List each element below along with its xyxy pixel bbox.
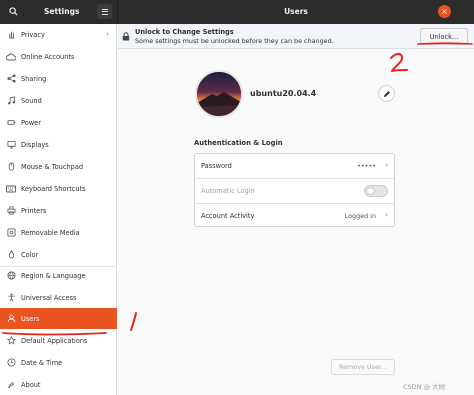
account-activity-value: Logged in — [344, 212, 376, 220]
chevron-right-icon: › — [385, 161, 388, 169]
display-icon — [6, 140, 16, 150]
unlock-button[interactable]: Unlock... — [420, 28, 468, 45]
sidebar-item-label: Sound — [21, 96, 42, 105]
sidebar-item-label: Displays — [21, 140, 49, 149]
printer-icon — [6, 206, 16, 216]
close-icon: × — [441, 6, 448, 16]
search-button[interactable] — [5, 4, 21, 19]
mouse-icon — [6, 162, 16, 172]
sidebar-item-keyboard-shortcuts[interactable]: Keyboard Shortcuts — [0, 178, 117, 199]
music-note-icon — [6, 96, 16, 106]
sidebar-item-label: Universal Access — [21, 293, 77, 302]
share-icon — [6, 74, 16, 84]
sidebar-item-label: Privacy — [21, 30, 45, 39]
sidebar-item-privacy[interactable]: Privacy › — [0, 24, 117, 45]
power-icon — [6, 118, 16, 128]
account-activity-row[interactable]: Account Activity Logged in › — [195, 203, 394, 227]
settings-title: Settings — [44, 7, 80, 16]
account-activity-label: Account Activity — [201, 211, 255, 220]
hamburger-menu-button[interactable] — [97, 4, 112, 19]
sidebar-item-label: Removable Media — [21, 228, 80, 237]
automatic-login-row: Automatic Login — [195, 178, 394, 202]
color-icon — [6, 250, 16, 260]
watermark: CSDN @ 大树 — [403, 383, 446, 391]
sidebar-item-mouse-touchpad[interactable]: Mouse & Touchpad — [0, 156, 117, 177]
sidebar-item-label: Date & Time — [21, 358, 63, 367]
sidebar-item-displays[interactable]: Displays — [0, 134, 117, 155]
remove-user-button[interactable]: Remove User... — [331, 359, 395, 375]
accessibility-icon — [6, 293, 16, 303]
password-row[interactable]: Password ••••• › — [195, 154, 394, 178]
infobar-title: Unlock to Change Settings — [135, 28, 234, 36]
sidebar-item-label: Online Accounts — [21, 52, 75, 61]
auth-section-title: Authentication & Login — [194, 139, 283, 147]
cloud-icon — [6, 52, 16, 62]
sidebar-item-color[interactable]: Color — [0, 244, 117, 265]
sidebar-item-printers[interactable]: Printers — [0, 200, 117, 221]
sidebar-item-default-applications[interactable]: Default Applications — [0, 330, 117, 351]
keyboard-icon — [6, 184, 16, 194]
users-icon — [6, 314, 16, 324]
avatar[interactable] — [195, 70, 243, 118]
sidebar-item-label: About — [21, 380, 41, 389]
unlock-infobar: Unlock to Change Settings Some settings … — [118, 24, 474, 49]
sidebar-item-about[interactable]: About — [0, 374, 117, 395]
sidebar-item-label: Printers — [21, 206, 47, 215]
sidebar-item-label: Users — [21, 314, 40, 323]
search-icon — [8, 7, 18, 16]
toggle-knob — [366, 187, 375, 195]
sidebar-item-users[interactable]: Users — [0, 308, 117, 329]
star-icon — [6, 336, 16, 346]
sidebar-item-label: Default Applications — [21, 336, 88, 345]
password-value: ••••• — [357, 162, 376, 170]
sidebar-item-label: Mouse & Touchpad — [21, 162, 84, 171]
globe-icon — [6, 271, 16, 281]
auth-list: Password ••••• › Automatic Login Account… — [194, 153, 395, 227]
pencil-icon — [383, 90, 390, 97]
edit-username-button[interactable] — [378, 85, 395, 102]
info-icon — [6, 380, 16, 390]
sidebar: Privacy › Online Accounts Sharing Sound … — [0, 24, 117, 395]
page-title: Users — [284, 7, 308, 16]
sidebar-item-label: Sharing — [21, 74, 47, 83]
users-panel: Unlock to Change Settings Some settings … — [118, 24, 474, 395]
clock-icon — [6, 358, 16, 368]
automatic-login-label: Automatic Login — [201, 186, 255, 195]
sidebar-item-label: Region & Language — [21, 271, 86, 280]
sidebar-item-date-time[interactable]: Date & Time — [0, 352, 117, 373]
sidebar-item-power[interactable]: Power — [0, 112, 117, 133]
sidebar-item-label: Power — [21, 118, 41, 127]
sidebar-item-sound[interactable]: Sound — [0, 90, 117, 111]
sidebar-item-removable-media[interactable]: Removable Media — [0, 222, 117, 243]
automatic-login-toggle[interactable] — [364, 185, 388, 197]
chevron-right-icon: › — [106, 30, 109, 38]
header-bar: Settings Users × — [0, 0, 474, 24]
chevron-right-icon: › — [385, 211, 388, 219]
menu-icon — [101, 8, 108, 10]
sidebar-item-region-language[interactable]: Region & Language — [0, 265, 117, 286]
sidebar-item-label: Color — [21, 250, 39, 259]
sidebar-item-universal-access[interactable]: Universal Access — [0, 287, 117, 308]
infobar-subtitle: Some settings must be unlocked before th… — [135, 37, 334, 45]
sidebar-item-online-accounts[interactable]: Online Accounts — [0, 46, 117, 67]
username-label: ubuntu20.04.4 — [250, 89, 317, 98]
hand-icon — [6, 30, 16, 40]
close-button[interactable]: × — [438, 5, 451, 18]
media-icon — [6, 228, 16, 238]
password-label: Password — [201, 162, 232, 170]
sidebar-header: Settings — [0, 0, 118, 24]
sidebar-item-sharing[interactable]: Sharing — [0, 68, 117, 89]
sidebar-item-label: Keyboard Shortcuts — [21, 184, 86, 193]
lock-icon — [122, 32, 130, 41]
mountain-sunset-image — [197, 72, 241, 116]
